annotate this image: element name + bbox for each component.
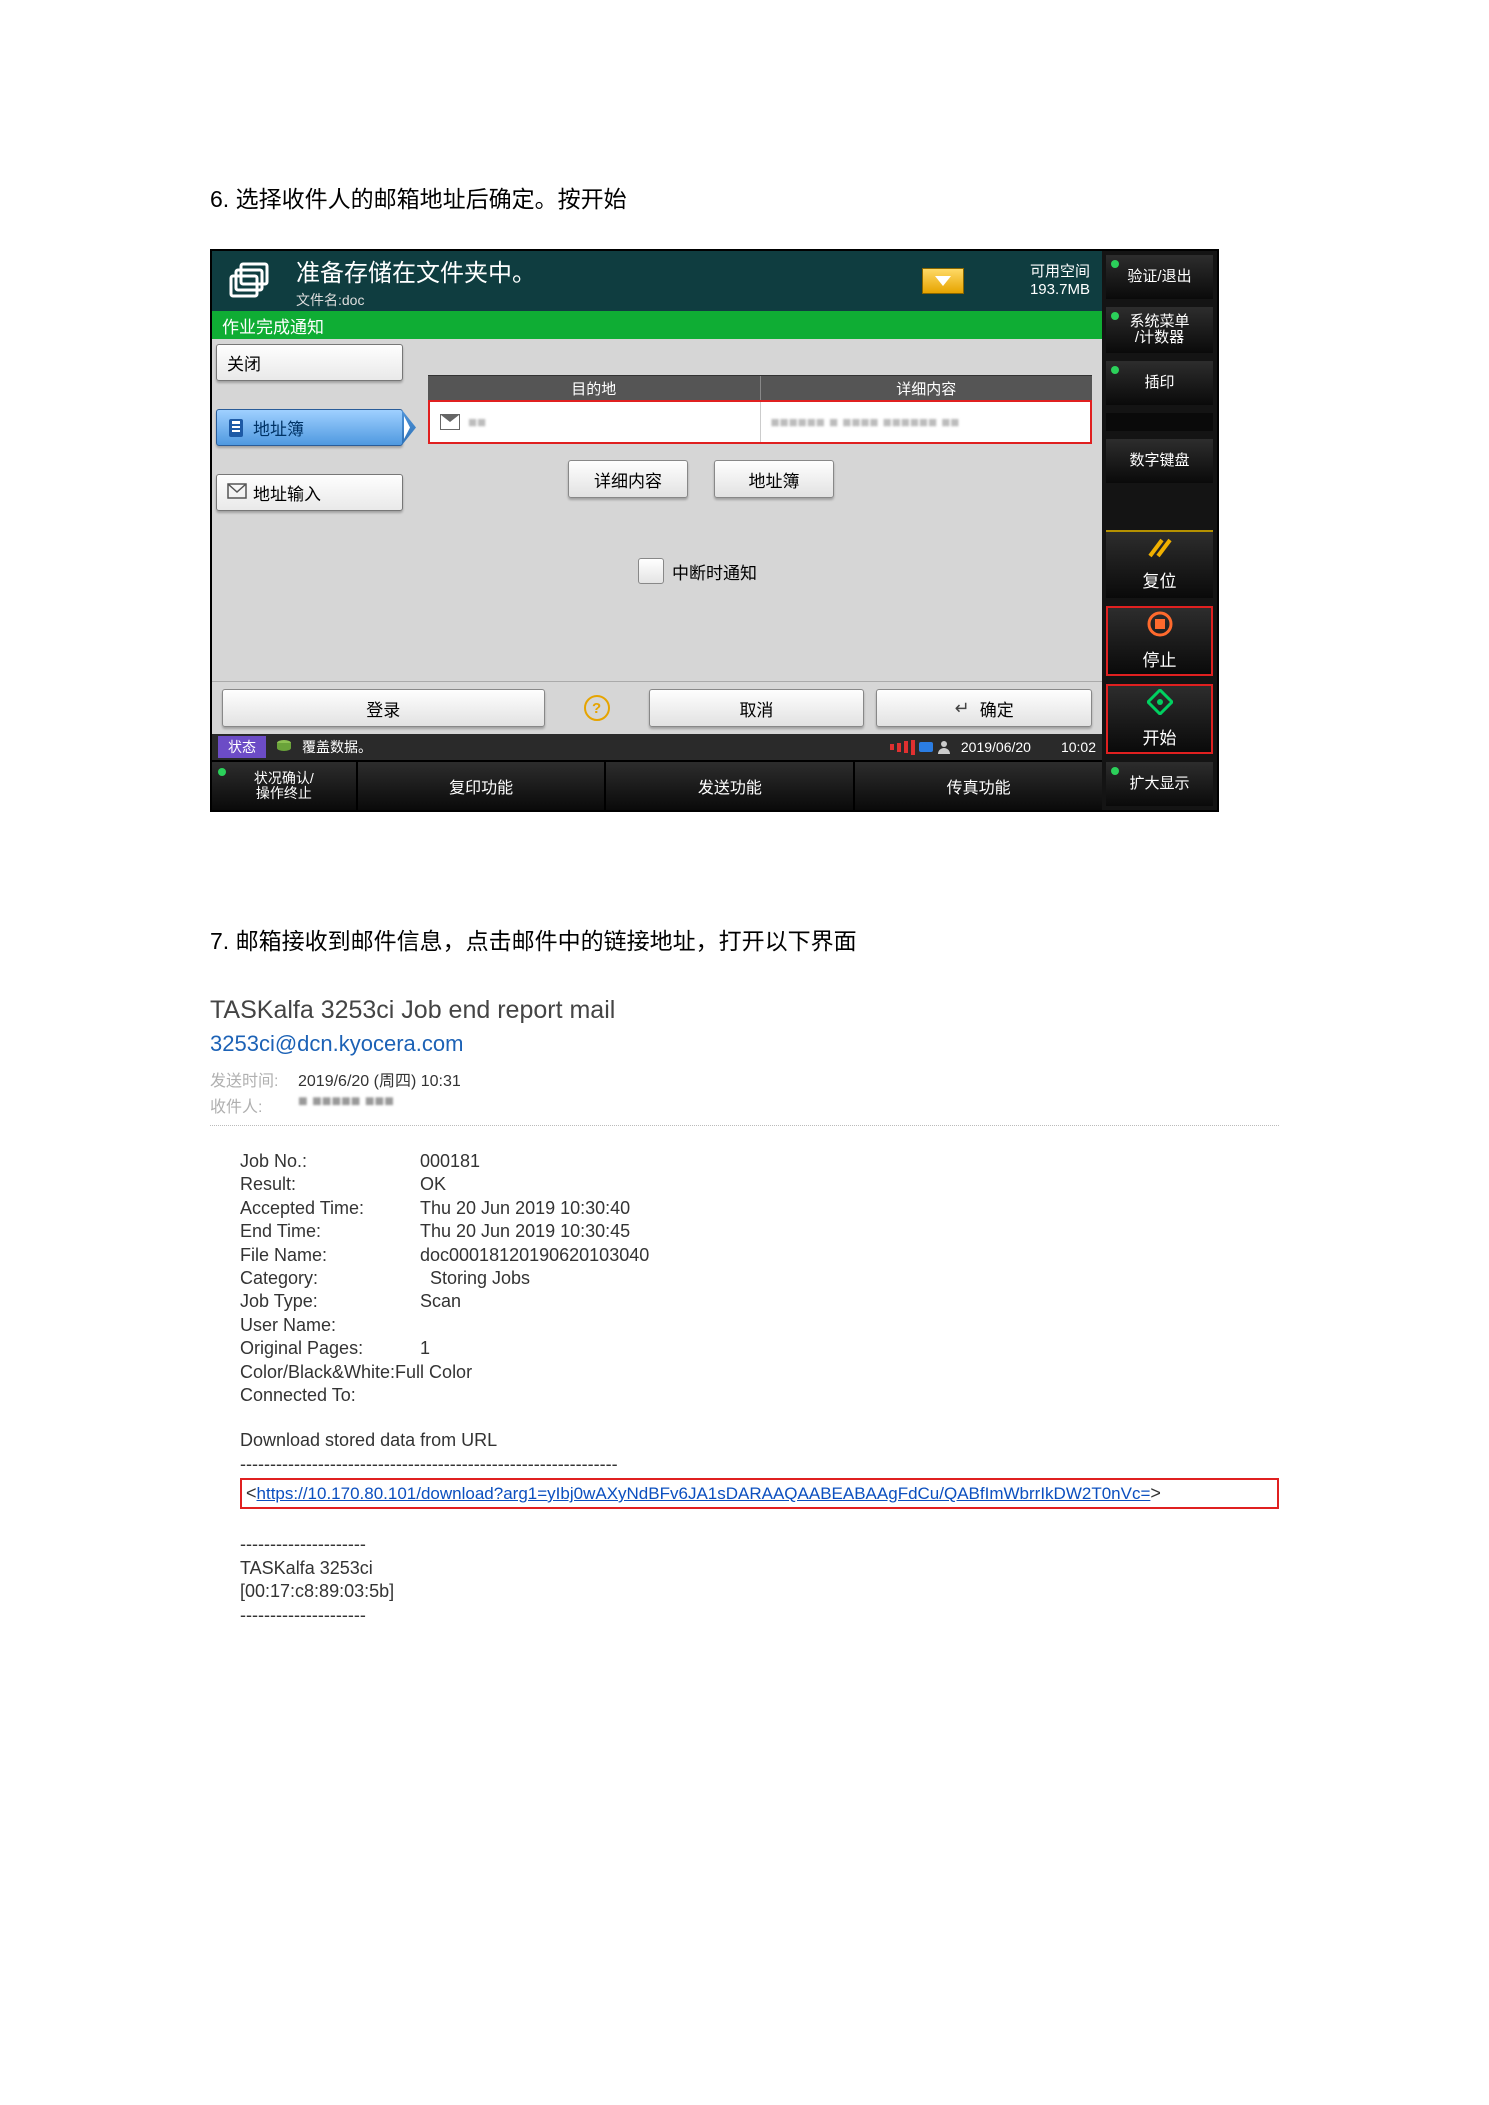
notify-bar: 作业完成通知 bbox=[212, 311, 1102, 339]
detail-button[interactable]: 详细内容 bbox=[568, 460, 688, 498]
system-menu-button[interactable]: 系统菜单 /计数器 bbox=[1106, 307, 1213, 353]
bottom-tabs: 状况确认/操作终止 复印功能 发送功能 传真功能 bbox=[212, 760, 1102, 810]
tab-fax[interactable]: 传真功能 bbox=[855, 762, 1102, 810]
status-icons bbox=[890, 740, 951, 755]
addressbook-button[interactable]: 地址簿 bbox=[714, 460, 834, 498]
header-dropdown[interactable] bbox=[922, 268, 964, 294]
ok-button[interactable]: ↵ 确定 bbox=[876, 689, 1092, 727]
device-mac: [00:17:c8:89:03:5b] bbox=[240, 1580, 1279, 1603]
reset-button[interactable]: 复位 bbox=[1106, 530, 1213, 598]
to-value: ■ ■■■■■ ■■■ bbox=[298, 1093, 394, 1117]
status-bar: 状态 覆盖数据。 2019/06/20 10:02 bbox=[212, 734, 1102, 760]
destination-header: 目的地 详细内容 bbox=[428, 375, 1092, 400]
header-title: 准备存储在文件夹中。 bbox=[296, 253, 916, 288]
email-body: Job No.:000181 Result:OK Accepted Time:T… bbox=[210, 1150, 1279, 1627]
panel-header: 准备存储在文件夹中。 文件名:doc 可用空间 193.7MB bbox=[212, 251, 1102, 311]
help-icon[interactable]: ? bbox=[584, 695, 610, 721]
start-icon bbox=[1147, 689, 1173, 720]
disk-icon bbox=[276, 739, 292, 756]
auth-logout-button[interactable]: 验证/退出 bbox=[1106, 255, 1213, 299]
header-freespace: 可用空间 193.7MB bbox=[970, 263, 1102, 299]
reset-icon bbox=[1148, 538, 1172, 563]
mail-icon bbox=[440, 414, 460, 430]
folder-stack-icon bbox=[212, 260, 292, 302]
cancel-button[interactable]: 取消 bbox=[649, 689, 865, 727]
zoom-display-button[interactable]: 扩大显示 bbox=[1106, 762, 1213, 806]
address-book-tab[interactable]: 地址簿 bbox=[216, 409, 403, 446]
tab-status[interactable]: 状况确认/操作终止 bbox=[212, 762, 358, 810]
address-input-tab[interactable]: 地址输入 bbox=[216, 474, 403, 511]
mfp-panel: 准备存储在文件夹中。 文件名:doc 可用空间 193.7MB 作业完成通知 关… bbox=[210, 249, 1219, 812]
numeric-keypad-button[interactable]: 数字键盘 bbox=[1106, 439, 1213, 483]
envelope-icon bbox=[227, 483, 247, 503]
start-button[interactable]: 开始 bbox=[1106, 684, 1213, 754]
header-filename: 文件名:doc bbox=[296, 290, 916, 310]
address-book-icon bbox=[227, 418, 247, 438]
step7-heading: 7. 邮箱接收到邮件信息，点击邮件中的链接地址，打开以下界面 bbox=[210, 922, 1279, 956]
enter-icon: ↵ bbox=[955, 698, 970, 719]
tab-copy[interactable]: 复印功能 bbox=[358, 762, 607, 810]
email-subject: TASKalfa 3253ci Job end report mail bbox=[210, 996, 1279, 1025]
to-label: 收件人: bbox=[210, 1093, 282, 1117]
dest-detail: ■■■■■■ ■ ■■■■ ■■■■■■ ■■ bbox=[771, 414, 960, 431]
login-button[interactable]: 登录 bbox=[222, 689, 545, 727]
download-heading: Download stored data from URL bbox=[240, 1429, 1279, 1452]
download-link[interactable]: https://10.170.80.101/download?arg1=yIbj… bbox=[257, 1484, 1151, 1503]
close-button[interactable]: 关闭 bbox=[216, 344, 403, 381]
status-chip[interactable]: 状态 bbox=[218, 736, 266, 758]
email-from: 3253ci@dcn.kyocera.com bbox=[210, 1031, 1279, 1057]
sent-label: 发送时间: bbox=[210, 1067, 282, 1091]
stop-icon bbox=[1147, 611, 1173, 642]
checkbox-icon[interactable] bbox=[638, 558, 664, 584]
stop-button[interactable]: 停止 bbox=[1106, 606, 1213, 676]
device-model: TASKalfa 3253ci bbox=[240, 1557, 1279, 1580]
interrupt-notify-row[interactable]: 中断时通知 bbox=[638, 558, 1092, 584]
dest-name: ■■ bbox=[468, 414, 486, 431]
interrupt-print-button[interactable]: 插印 bbox=[1106, 361, 1213, 405]
destination-row[interactable]: ■■ ■■■■■■ ■ ■■■■ ■■■■■■ ■■ bbox=[428, 400, 1092, 444]
download-url-box: <https://10.170.80.101/download?arg1=yIb… bbox=[240, 1478, 1279, 1509]
step6-heading: 6. 选择收件人的邮箱地址后确定。按开始 bbox=[210, 180, 1279, 214]
tab-send[interactable]: 发送功能 bbox=[606, 762, 855, 810]
sent-value: 2019/6/20 (周四) 10:31 bbox=[298, 1067, 461, 1091]
